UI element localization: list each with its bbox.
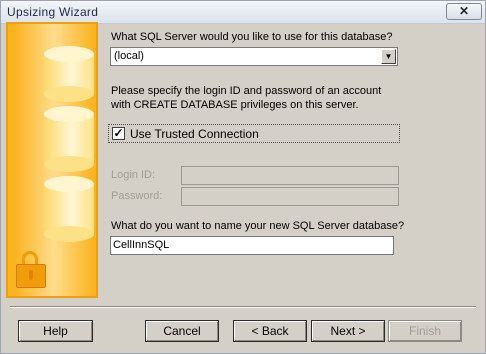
database-name-value: CellInnSQL — [113, 239, 170, 251]
finish-button[interactable]: Finish — [388, 320, 462, 342]
sql-server-value: (local) — [114, 50, 144, 62]
cancel-button[interactable]: Cancel — [145, 320, 219, 342]
database-cylinder-icon — [44, 46, 94, 102]
use-trusted-connection[interactable]: ✓ Use Trusted Connection — [108, 124, 400, 143]
button-separator — [10, 306, 476, 308]
sql-server-combobox[interactable]: (local) ▼ — [110, 47, 398, 66]
close-button[interactable]: ✕ — [446, 3, 482, 20]
database-cylinder-icon — [44, 106, 94, 172]
database-name-question: What do you want to name your new SQL Se… — [111, 220, 405, 232]
server-question: What SQL Server would you like to use fo… — [111, 31, 393, 43]
password-label: Password: — [111, 190, 163, 202]
upsizing-wizard-dialog: Upsizing Wizard ✕ What SQL Server would … — [0, 0, 486, 354]
password-field[interactable] — [181, 187, 399, 206]
chevron-down-icon[interactable]: ▼ — [381, 49, 396, 64]
trusted-connection-checkbox[interactable]: ✓ — [112, 127, 125, 140]
help-button[interactable]: Help — [18, 320, 93, 342]
database-cylinder-icon — [44, 176, 94, 242]
back-button[interactable]: < Back — [233, 320, 307, 342]
login-note-line2: with CREATE DATABASE privileges on this … — [111, 99, 359, 111]
keyhole — [29, 270, 33, 280]
wizard-banner-image — [6, 22, 98, 298]
lock-icon — [16, 264, 46, 288]
login-id-field[interactable] — [181, 166, 399, 185]
close-icon: ✕ — [458, 4, 470, 18]
title-bar[interactable]: Upsizing Wizard ✕ — [1, 1, 485, 24]
window-title: Upsizing Wizard — [7, 5, 99, 19]
login-id-label: Login ID: — [111, 169, 156, 181]
next-button[interactable]: Next > — [311, 320, 385, 342]
database-name-input[interactable]: CellInnSQL — [110, 236, 394, 255]
login-note-line1: Please specify the login ID and password… — [111, 85, 382, 97]
trusted-connection-label: Use Trusted Connection — [130, 127, 259, 141]
